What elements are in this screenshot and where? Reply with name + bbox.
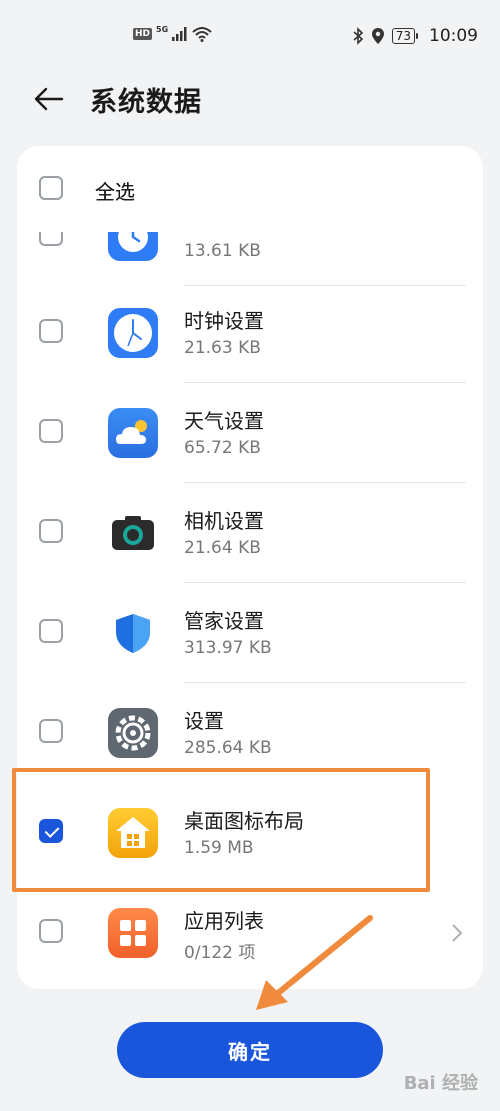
item-size: 1.59 MB (184, 838, 254, 858)
item-size: 285.64 KB (184, 738, 272, 758)
item-size: 13.61 KB (184, 241, 261, 261)
item-checkbox[interactable] (39, 319, 63, 343)
signal-icon (172, 27, 187, 41)
list-item[interactable]: 应用列表 0/122 项 (17, 883, 483, 983)
system-data-list: 全选 13.61 KB 全选 时钟设置 21.63 KB 天气设置 65.72 … (17, 146, 483, 989)
select-all-checkbox-overlay[interactable] (39, 176, 63, 200)
item-name: 时钟设置 (184, 309, 264, 333)
list-item[interactable]: 桌面图标布局 1.59 MB (17, 783, 483, 883)
header: 系统数据 (0, 72, 500, 128)
clock-time: 10:09 (429, 26, 478, 46)
list-item[interactable]: 13.61 KB (17, 186, 483, 286)
watermark: Bai 经验 (403, 1073, 478, 1094)
list-item[interactable]: 管家设置 313.97 KB (17, 583, 483, 683)
item-size: 21.63 KB (184, 338, 261, 358)
list-item[interactable]: 相机设置 21.64 KB (17, 483, 483, 583)
list-item[interactable]: 设置 285.64 KB (17, 683, 483, 783)
bluetooth-icon (353, 27, 363, 45)
item-checkbox-checked[interactable] (39, 819, 63, 843)
item-checkbox[interactable] (39, 519, 63, 543)
back-arrow-icon[interactable] (32, 82, 66, 116)
item-name: 相机设置 (184, 509, 264, 533)
weather-icon (108, 408, 158, 458)
wifi-icon (192, 27, 212, 42)
item-size: 313.97 KB (184, 638, 272, 658)
app-grid-icon (108, 908, 158, 958)
signal-indicators: HD 5G (133, 24, 212, 42)
confirm-button[interactable]: 确定 (117, 1022, 383, 1078)
item-checkbox[interactable] (39, 919, 63, 943)
item-name: 设置 (184, 709, 224, 733)
item-checkbox[interactable] (39, 619, 63, 643)
item-size: 21.64 KB (184, 538, 261, 558)
location-icon (371, 28, 384, 44)
chevron-right-icon[interactable] (449, 921, 465, 945)
scroll-clip (17, 206, 483, 232)
battery-indicator: 73 (391, 28, 419, 44)
item-name: 管家设置 (184, 609, 264, 633)
system-indicators: 73 10:09 (352, 26, 478, 46)
item-size: 0/122 项 (184, 943, 256, 963)
shield-icon (108, 608, 158, 658)
item-name: 应用列表 (184, 909, 264, 933)
hd-badge: HD (133, 28, 153, 40)
list-item[interactable]: 天气设置 65.72 KB (17, 383, 483, 483)
select-all-text: 全选 (95, 180, 135, 204)
page-title: 系统数据 (90, 87, 202, 118)
network-type: 5G (156, 24, 169, 34)
item-name: 天气设置 (184, 409, 264, 433)
home-layout-icon (108, 808, 158, 858)
status-bar: HD 5G 73 10:09 (0, 0, 500, 72)
clock-icon (108, 308, 158, 358)
item-size: 65.72 KB (184, 438, 261, 458)
item-checkbox[interactable] (39, 419, 63, 443)
item-name: 桌面图标布局 (184, 809, 304, 833)
settings-gear-icon (108, 708, 158, 758)
list-item[interactable]: 时钟设置 21.63 KB (17, 283, 483, 383)
camera-icon (108, 508, 158, 558)
item-checkbox[interactable] (39, 719, 63, 743)
